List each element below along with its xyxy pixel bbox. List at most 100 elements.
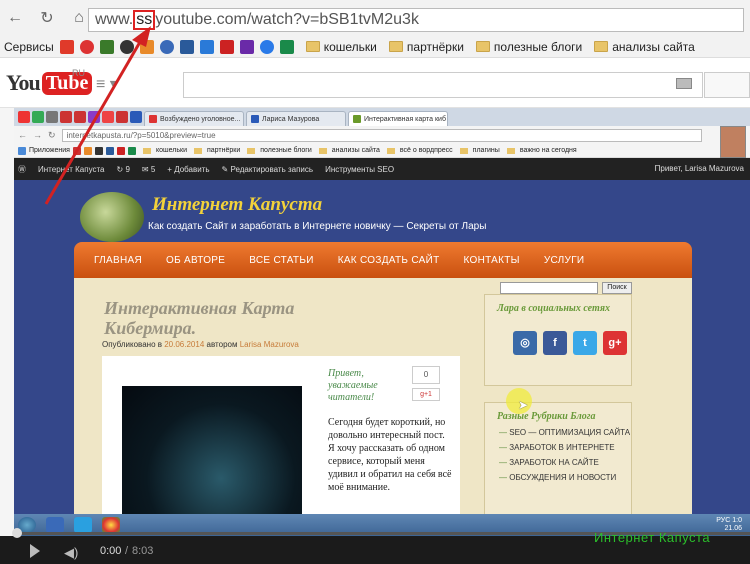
cursor-icon: ➤ bbox=[518, 398, 529, 412]
folder-icon bbox=[386, 147, 395, 154]
folder-icon bbox=[459, 147, 468, 154]
category-link[interactable]: SEO — ОПТИМИЗАЦИЯ САЙТА bbox=[485, 422, 631, 437]
wp-edit-post[interactable]: ✎ Редактировать запись bbox=[222, 165, 314, 174]
reload-icon[interactable]: ↻ bbox=[38, 9, 56, 27]
site-search-button[interactable]: Поиск bbox=[602, 282, 632, 294]
extension-icon[interactable] bbox=[94, 146, 103, 155]
menu-item-home[interactable]: ГЛАВНАЯ bbox=[82, 255, 154, 266]
url-rest: youtube.com/watch?v=bSB1tvM2u3k bbox=[155, 11, 419, 28]
home-icon[interactable]: ⌂ bbox=[70, 9, 88, 27]
menu-item-articles[interactable]: ВСЕ СТАТЬИ bbox=[237, 255, 325, 266]
post-body: Привет, уважаемые читатели! 0 g+1 Сегодн… bbox=[102, 356, 460, 528]
extension-icon[interactable] bbox=[127, 146, 136, 155]
category-link[interactable]: ЗАРАБОТОК В ИНТЕРНЕТЕ bbox=[485, 437, 631, 452]
extension-icon[interactable] bbox=[105, 146, 114, 155]
pinned-tab-icon bbox=[116, 111, 128, 123]
wp-admin-bar: Ⓦ Интернет Капуста ↻ 9 ✉ 5 + Добавить ✎ … bbox=[14, 158, 750, 180]
profile-avatar[interactable] bbox=[720, 126, 746, 158]
wordpress-icon[interactable]: Ⓦ bbox=[18, 164, 26, 175]
extension-icon[interactable] bbox=[239, 39, 254, 54]
extension-icon[interactable] bbox=[159, 39, 174, 54]
extension-icon[interactable] bbox=[139, 39, 154, 54]
extension-icon[interactable] bbox=[259, 39, 274, 54]
extension-icon[interactable] bbox=[119, 39, 134, 54]
bookmark-folder[interactable]: кошельки bbox=[305, 40, 377, 54]
menu-item-contacts[interactable]: КОНТАКТЫ bbox=[451, 255, 531, 266]
play-icon[interactable] bbox=[30, 544, 40, 558]
channel-watermark: Интернет Капуста bbox=[594, 530, 711, 545]
facebook-icon[interactable]: f bbox=[543, 331, 567, 355]
menu-item-services[interactable]: УСЛУГИ bbox=[532, 255, 597, 266]
widget-title: Лара в социальных сетях bbox=[497, 303, 610, 314]
wp-add-new[interactable]: + Добавить bbox=[167, 165, 209, 174]
time-separator: / bbox=[122, 545, 132, 557]
address-bar[interactable]: www. ss youtube.com/watch?v=bSB1tvM2u3k bbox=[88, 8, 744, 32]
tab[interactable]: Лариса Мазурова bbox=[246, 111, 346, 126]
wp-site-link[interactable]: Интернет Капуста bbox=[38, 165, 105, 174]
inner-address-bar[interactable]: internetkapusta.ru/?p=5010&preview=true bbox=[61, 128, 702, 142]
odnoklassniki-icon[interactable]: ◎ bbox=[513, 331, 537, 355]
google-plus-icon[interactable]: g+ bbox=[603, 331, 627, 355]
wp-updates[interactable]: ↻ 9 bbox=[117, 165, 130, 174]
system-tray[interactable]: РУС 1:0 21.06 bbox=[716, 517, 742, 533]
extension-icon[interactable] bbox=[72, 146, 81, 155]
tab-favicon bbox=[251, 115, 259, 123]
youtube-header: You Tube RU ≡ ▾ bbox=[0, 58, 750, 108]
category-link[interactable]: ЗАРАБОТОК НА САЙТЕ bbox=[485, 452, 631, 467]
folder-icon bbox=[193, 147, 202, 154]
tab[interactable]: Возбуждено уголовное... bbox=[144, 111, 244, 126]
inner-toolbar: ← → ↻ internetkapusta.ru/?p=5010&preview… bbox=[14, 126, 750, 144]
site-title[interactable]: Интернет Капуста bbox=[152, 194, 322, 216]
bookmark-folder[interactable]: полезные блоги bbox=[475, 40, 582, 54]
chrome-icon[interactable] bbox=[102, 517, 120, 533]
gplus-button[interactable]: g+1 bbox=[412, 388, 440, 401]
extension-icon[interactable] bbox=[116, 146, 125, 155]
menu-item-about[interactable]: ОБ АВТОРЕ bbox=[154, 255, 237, 266]
folder-icon bbox=[475, 41, 490, 52]
keyboard-icon[interactable] bbox=[676, 78, 692, 89]
extension-icon[interactable] bbox=[199, 39, 214, 54]
extension-icon[interactable] bbox=[59, 39, 74, 54]
back-icon[interactable]: ← bbox=[18, 130, 27, 140]
search-input[interactable] bbox=[183, 72, 703, 98]
reload-icon[interactable]: ↻ bbox=[48, 130, 56, 141]
extension-icon[interactable] bbox=[279, 39, 294, 54]
extension-icon[interactable] bbox=[79, 39, 94, 54]
post-text: Сегодня будет короткий, но довольно инте… bbox=[328, 417, 452, 493]
wp-comments[interactable]: ✉ 5 bbox=[142, 165, 155, 174]
bookmark-folder[interactable]: анализы сайта bbox=[594, 40, 695, 54]
extension-icon[interactable] bbox=[179, 39, 194, 54]
menu-item-create-site[interactable]: КАК СОЗДАТЬ САЙТ bbox=[326, 255, 452, 266]
volume-icon[interactable]: ◀) bbox=[64, 545, 78, 561]
extension-icon[interactable] bbox=[83, 146, 92, 155]
pinned-tab-icon bbox=[60, 111, 72, 123]
wp-greeting[interactable]: Привет, Larisa Mazurova bbox=[655, 164, 744, 173]
post-date[interactable]: 20.06.2014 bbox=[164, 340, 204, 349]
duration: 8:03 bbox=[132, 545, 154, 557]
globe-map-image bbox=[122, 386, 302, 528]
scrubber-handle[interactable] bbox=[12, 528, 22, 538]
video-frame[interactable]: Возбуждено уголовное... Лариса Мазурова … bbox=[14, 108, 750, 528]
menu-icon[interactable]: ≡ ▾ bbox=[96, 74, 118, 94]
folder-icon bbox=[305, 41, 320, 52]
forward-icon[interactable]: → bbox=[33, 130, 42, 140]
social-widget: Лара в социальных сетях ◎ f t g+ bbox=[484, 294, 632, 386]
inner-bookmarks-bar: Приложения кошельки партнёрки полезные б… bbox=[14, 144, 750, 158]
post-author[interactable]: Larisa Mazurova bbox=[240, 340, 299, 349]
skype-icon[interactable] bbox=[74, 517, 92, 533]
site-search-input[interactable] bbox=[500, 282, 598, 294]
back-icon[interactable]: ← bbox=[6, 9, 24, 27]
cabbage-logo[interactable] bbox=[80, 192, 144, 242]
bookmark-folder[interactable]: партнёрки bbox=[388, 40, 464, 54]
explorer-icon[interactable] bbox=[46, 517, 64, 533]
post-title: Интерактивная Карта Кибермира. bbox=[104, 298, 295, 338]
extension-icon[interactable] bbox=[219, 39, 234, 54]
tab-active[interactable]: Интерактивная карта киб bbox=[348, 111, 448, 126]
bookmark-services[interactable]: Сервисы bbox=[4, 40, 54, 54]
extension-icon[interactable] bbox=[99, 39, 114, 54]
search-button[interactable] bbox=[704, 72, 750, 98]
category-link[interactable]: ОБСУЖДЕНИЯ И НОВОСТИ bbox=[485, 467, 631, 482]
folder-icon bbox=[318, 147, 327, 154]
wp-seo-tools[interactable]: Инструменты SEO bbox=[325, 165, 394, 174]
twitter-icon[interactable]: t bbox=[573, 331, 597, 355]
